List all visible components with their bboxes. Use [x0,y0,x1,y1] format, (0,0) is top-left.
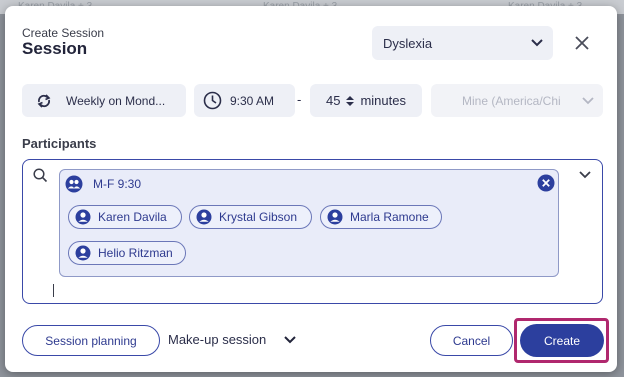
dialog-subtitle: Create Session [22,26,105,40]
close-icon [537,174,555,192]
duration-input[interactable]: 45 minutes [310,84,422,117]
session-type-select[interactable]: Dyslexia [372,26,553,60]
timezone-select[interactable]: Mine (America/Chi [431,84,603,117]
group-icon [65,175,83,193]
participants-field[interactable]: M-F 9:30 Karen Davila Krystal Gibson Mar… [22,159,603,304]
start-time-value: 9:30 AM [230,93,275,108]
person-icon [327,209,343,225]
participant-name: Krystal Gibson [219,210,298,224]
create-session-dialog: Create Session Session Dyslexia Weekly o… [5,6,617,372]
timezone-value: Mine (America/Chi [462,93,561,108]
cancel-button[interactable]: Cancel [430,325,513,356]
person-icon [196,209,212,225]
participants-label: Participants [22,136,97,151]
clock-icon [203,91,222,110]
time-separator: - [297,92,302,107]
close-button[interactable] [571,32,593,54]
participant-chip[interactable]: Marla Ramone [320,205,442,229]
chevron-down-icon [531,39,543,47]
stepper-icon[interactable] [345,95,355,107]
chevron-down-icon [582,97,594,105]
person-icon [75,209,91,225]
session-planning-button[interactable]: Session planning [22,325,160,356]
participant-chip[interactable]: Helio Ritzman [68,241,186,265]
participant-chip[interactable]: Karen Davila [68,205,182,229]
recurrence-select[interactable]: Weekly on Mond... [22,84,186,117]
participant-chip[interactable]: Krystal Gibson [189,205,312,229]
chevron-down-icon[interactable] [578,168,592,182]
group-name: M-F 9:30 [93,177,142,191]
session-type-value: Dyslexia [383,35,433,51]
participant-name: Karen Davila [98,210,167,224]
duration-unit: minutes [360,93,406,108]
create-button[interactable]: Create [520,324,604,357]
person-icon [75,245,91,261]
participant-name: Helio Ritzman [98,246,173,260]
participant-group: M-F 9:30 Karen Davila Krystal Gibson Mar… [59,169,559,277]
start-time-picker[interactable]: 9:30 AM [194,84,295,117]
search-icon [33,168,48,183]
duration-value: 45 [326,93,341,108]
text-cursor [53,284,54,297]
makeup-session-label: Make-up session [168,332,267,347]
close-icon [575,36,589,50]
chevron-down-icon [284,335,296,343]
repeat-icon [37,93,51,108]
dialog-title: Session [22,39,88,58]
makeup-session-dropdown[interactable]: Make-up session [168,332,296,347]
remove-group-button[interactable] [537,174,555,192]
participant-name: Marla Ramone [350,210,429,224]
recurrence-value: Weekly on Mond... [66,93,166,108]
